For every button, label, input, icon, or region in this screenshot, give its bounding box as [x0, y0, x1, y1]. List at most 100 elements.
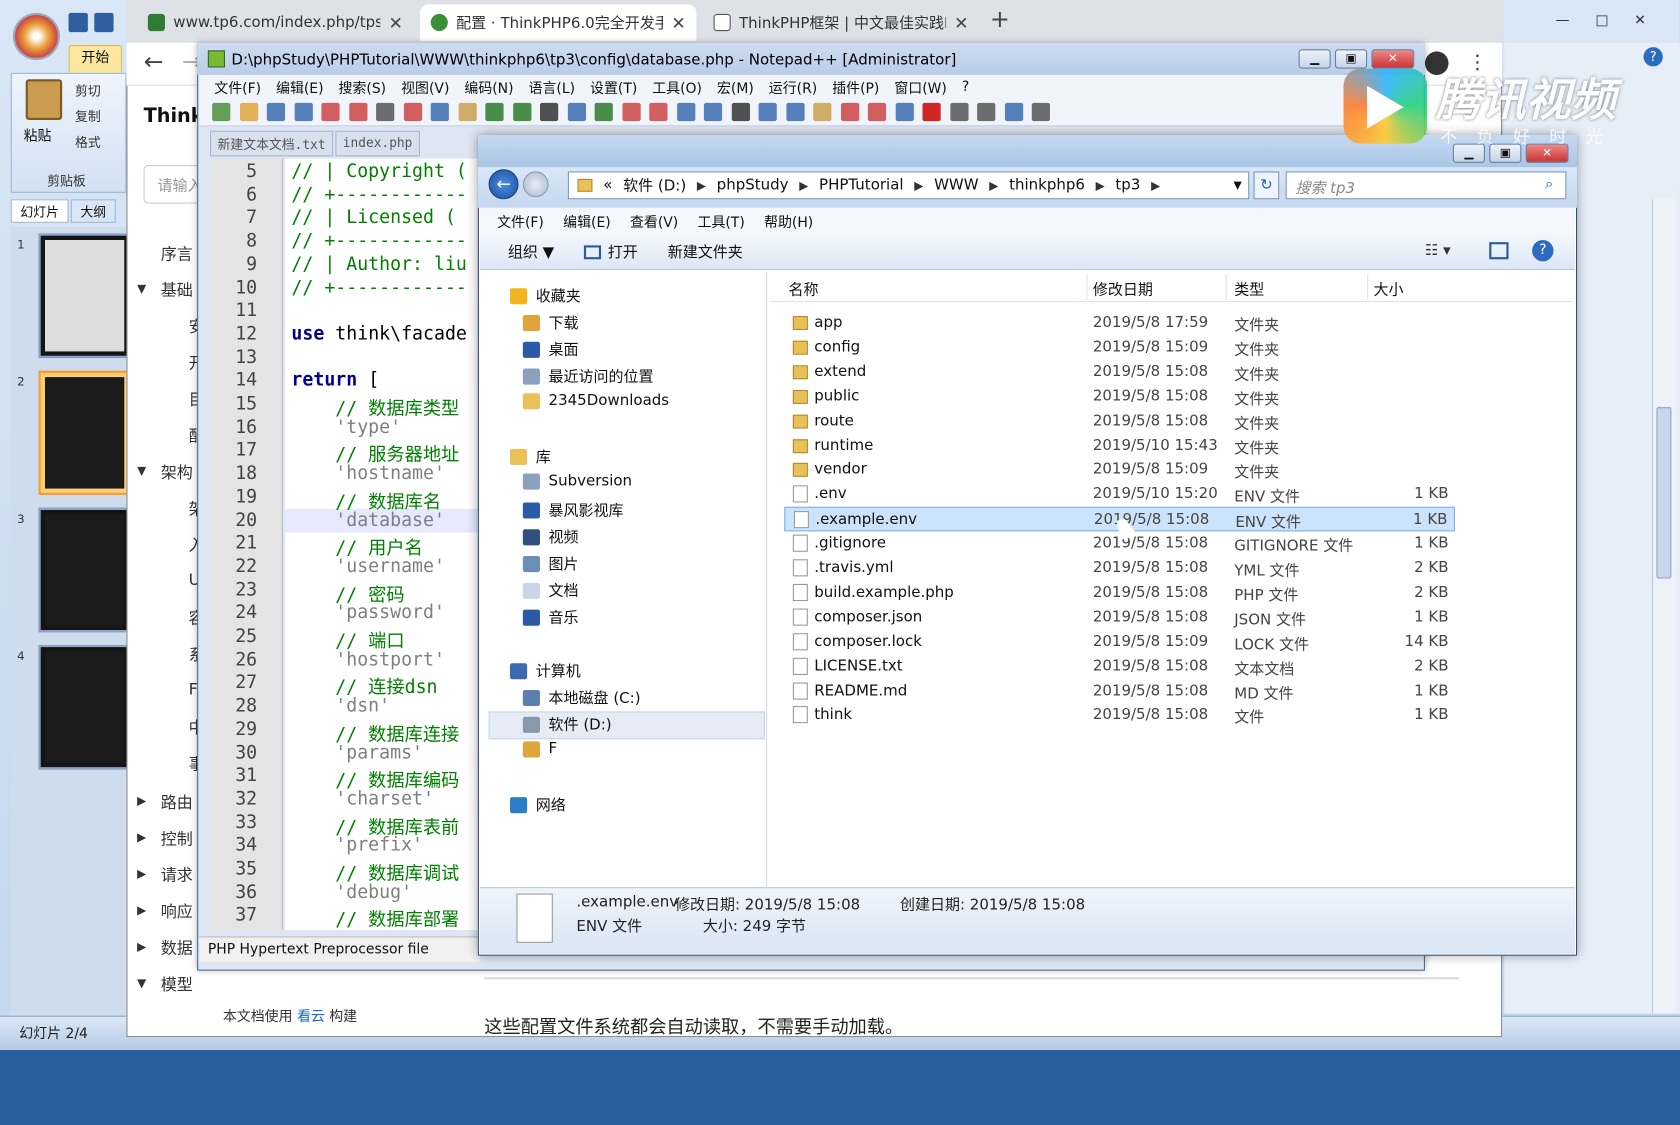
- npp-menu-item[interactable]: 插件(P): [832, 77, 879, 97]
- new-tab-button[interactable]: +: [990, 6, 1010, 33]
- breadcrumb-separator-icon[interactable]: ▶: [697, 178, 706, 192]
- file-row[interactable]: .env 2019/5/10 15:20 ENV 文件 1 KB: [784, 482, 1455, 507]
- nav-toggle-icon[interactable]: ▶: [137, 830, 146, 844]
- explorer-menu-item[interactable]: 查看(V): [630, 211, 678, 231]
- breadcrumb-segment[interactable]: 软件 (D:): [623, 175, 686, 196]
- nav-toggle-icon[interactable]: ▼: [137, 464, 146, 478]
- toolbar-tool-icon[interactable]: [758, 102, 777, 122]
- breadcrumb-segment[interactable]: thinkphp6: [1009, 177, 1085, 194]
- file-row[interactable]: app 2019/5/8 17:59 文件夹: [784, 311, 1455, 336]
- breadcrumb-separator-icon[interactable]: ▶: [914, 178, 923, 192]
- file-row[interactable]: vendor 2019/5/8 15:09 文件夹: [784, 458, 1455, 483]
- toolbar-tool-icon[interactable]: [376, 102, 395, 122]
- search-icon[interactable]: ⌕: [1545, 176, 1553, 193]
- toolbar-tool-icon[interactable]: [949, 102, 969, 122]
- nav-tree-item[interactable]: 本地磁盘 (C:): [522, 687, 641, 708]
- toolbar-tool-icon[interactable]: [1031, 102, 1050, 122]
- column-divider[interactable]: [1367, 274, 1369, 300]
- file-row[interactable]: .travis.yml 2019/5/8 15:08 YML 文件 2 KB: [784, 556, 1455, 581]
- breadcrumb-segment[interactable]: PHPTutorial: [819, 177, 904, 194]
- npp-menu-item[interactable]: 工具(O): [652, 77, 702, 97]
- slide-thumbnail-2[interactable]: [38, 370, 131, 495]
- breadcrumb-segment[interactable]: phpStudy: [717, 177, 789, 194]
- nav-tree-item[interactable]: F: [522, 740, 557, 757]
- nav-tree-item[interactable]: 音乐: [522, 606, 579, 627]
- minimize-icon[interactable]: —: [1556, 13, 1570, 29]
- breadcrumb-separator-icon[interactable]: ▶: [1096, 178, 1105, 192]
- toolbar-tool-icon[interactable]: [649, 102, 668, 122]
- column-size-header[interactable]: 大小: [1374, 279, 1404, 300]
- file-row[interactable]: runtime 2019/5/10 15:43 文件夹: [784, 433, 1455, 458]
- nav-item-label[interactable]: 数据: [161, 936, 193, 958]
- file-tab[interactable]: index.php: [335, 130, 420, 157]
- copy-button[interactable]: 复制: [75, 107, 101, 125]
- toolbar-tool-icon[interactable]: [266, 102, 285, 122]
- toolbar-tool-icon[interactable]: [512, 102, 531, 122]
- nav-item-label[interactable]: 请求: [161, 864, 193, 886]
- nav-tree-item[interactable]: 2345Downloads: [522, 392, 669, 409]
- nav-tree-item[interactable]: 库: [509, 446, 551, 467]
- npp-menu-item[interactable]: 运行(R): [769, 77, 817, 97]
- nav-tree-item[interactable]: 最近访问的位置: [522, 365, 654, 386]
- file-row[interactable]: route 2019/5/8 15:08 文件夹: [784, 409, 1455, 434]
- toolbar-tool-icon[interactable]: [867, 102, 887, 122]
- nav-item-label[interactable]: 响应: [161, 900, 193, 922]
- nav-tree-item[interactable]: 网络: [509, 794, 566, 815]
- close-icon[interactable]: ✕: [1634, 13, 1646, 29]
- toolbar-tool-icon[interactable]: [731, 102, 750, 122]
- maximize-icon[interactable]: □: [1595, 13, 1608, 29]
- file-row[interactable]: think 2019/5/8 15:08 文件 1 KB: [784, 703, 1455, 728]
- toolbar-tool-icon[interactable]: [922, 102, 941, 122]
- organize-button[interactable]: 组织 ▼: [508, 241, 554, 262]
- npp-menu-item[interactable]: 设置(T): [590, 77, 637, 97]
- file-row[interactable]: README.md 2019/5/8 15:08 MD 文件 1 KB: [784, 679, 1455, 704]
- file-row[interactable]: public 2019/5/8 15:08 文件夹: [784, 384, 1455, 409]
- ribbon-tab-home[interactable]: 开始: [68, 44, 123, 73]
- nav-tree-item[interactable]: 图片: [522, 553, 579, 574]
- nav-item-label[interactable]: 基础: [161, 279, 193, 301]
- npp-menu-item[interactable]: 宏(M): [717, 77, 754, 97]
- address-dropdown-icon[interactable]: ▼: [1233, 179, 1241, 191]
- undo-icon[interactable]: [94, 12, 114, 33]
- nav-toggle-icon[interactable]: ▼: [137, 976, 146, 990]
- npp-menu-item[interactable]: 视图(V): [401, 77, 449, 97]
- npp-menu-item[interactable]: 窗口(W): [894, 77, 946, 97]
- toolbar-tool-icon[interactable]: [294, 102, 313, 122]
- minimize-icon[interactable]: ▁: [1298, 49, 1331, 69]
- nav-tree-item[interactable]: 计算机: [509, 660, 581, 681]
- column-name-header[interactable]: 名称: [789, 279, 819, 300]
- toolbar-tool-icon[interactable]: [348, 102, 367, 122]
- help-icon[interactable]: ?: [1643, 47, 1663, 67]
- nav-item-label[interactable]: 模型: [161, 973, 193, 995]
- toolbar-tool-icon[interactable]: [567, 102, 586, 122]
- toolbar-tool-icon[interactable]: [1004, 102, 1023, 122]
- ppt-scrollbar-thumb[interactable]: [1656, 407, 1672, 579]
- forward-arrow-icon[interactable]: [522, 171, 549, 198]
- toolbar-tool-icon[interactable]: [594, 102, 613, 122]
- file-tab[interactable]: 新建文本文档.txt: [209, 130, 334, 157]
- new-folder-button[interactable]: 新建文件夹: [668, 241, 743, 262]
- toolbar-tool-icon[interactable]: [403, 102, 422, 122]
- toolbar-tool-icon[interactable]: [621, 102, 641, 122]
- explorer-menu-item[interactable]: 编辑(E): [563, 211, 611, 231]
- nav-toggle-icon[interactable]: ▶: [137, 903, 146, 917]
- explorer-menu-item[interactable]: 工具(T): [698, 211, 745, 231]
- breadcrumb-segment[interactable]: WWW: [934, 177, 978, 194]
- file-row[interactable]: composer.json 2019/5/8 15:08 JSON 文件 1 KB: [784, 605, 1455, 630]
- toolbar-tool-icon[interactable]: [676, 102, 695, 122]
- open-button[interactable]: 打开: [584, 241, 638, 262]
- npp-menu-item[interactable]: 语言(L): [529, 77, 575, 97]
- column-divider[interactable]: [1225, 274, 1227, 300]
- column-type-header[interactable]: 类型: [1234, 279, 1264, 300]
- nav-item-label[interactable]: 控制: [161, 827, 193, 849]
- nav-item-label[interactable]: 序言: [161, 242, 193, 264]
- toolbar-tool-icon[interactable]: [458, 102, 477, 122]
- breadcrumb-separator-icon[interactable]: ▶: [799, 178, 808, 192]
- nav-tree-item[interactable]: 视频: [522, 526, 579, 547]
- address-bar[interactable]: « 软件 (D:) ▶ phpStudy ▶ PHPTutorial ▶ WWW ▶ thinkp…: [567, 171, 1250, 200]
- npp-menu-item[interactable]: 编辑(E): [276, 77, 324, 97]
- file-row[interactable]: LICENSE.txt 2019/5/8 15:08 文本文档 2 KB: [784, 654, 1455, 679]
- nav-item-label[interactable]: 路由: [161, 791, 193, 813]
- explorer-search-input[interactable]: 搜索 tp3: [1285, 171, 1567, 200]
- explorer-menu-item[interactable]: 帮助(H): [764, 211, 813, 231]
